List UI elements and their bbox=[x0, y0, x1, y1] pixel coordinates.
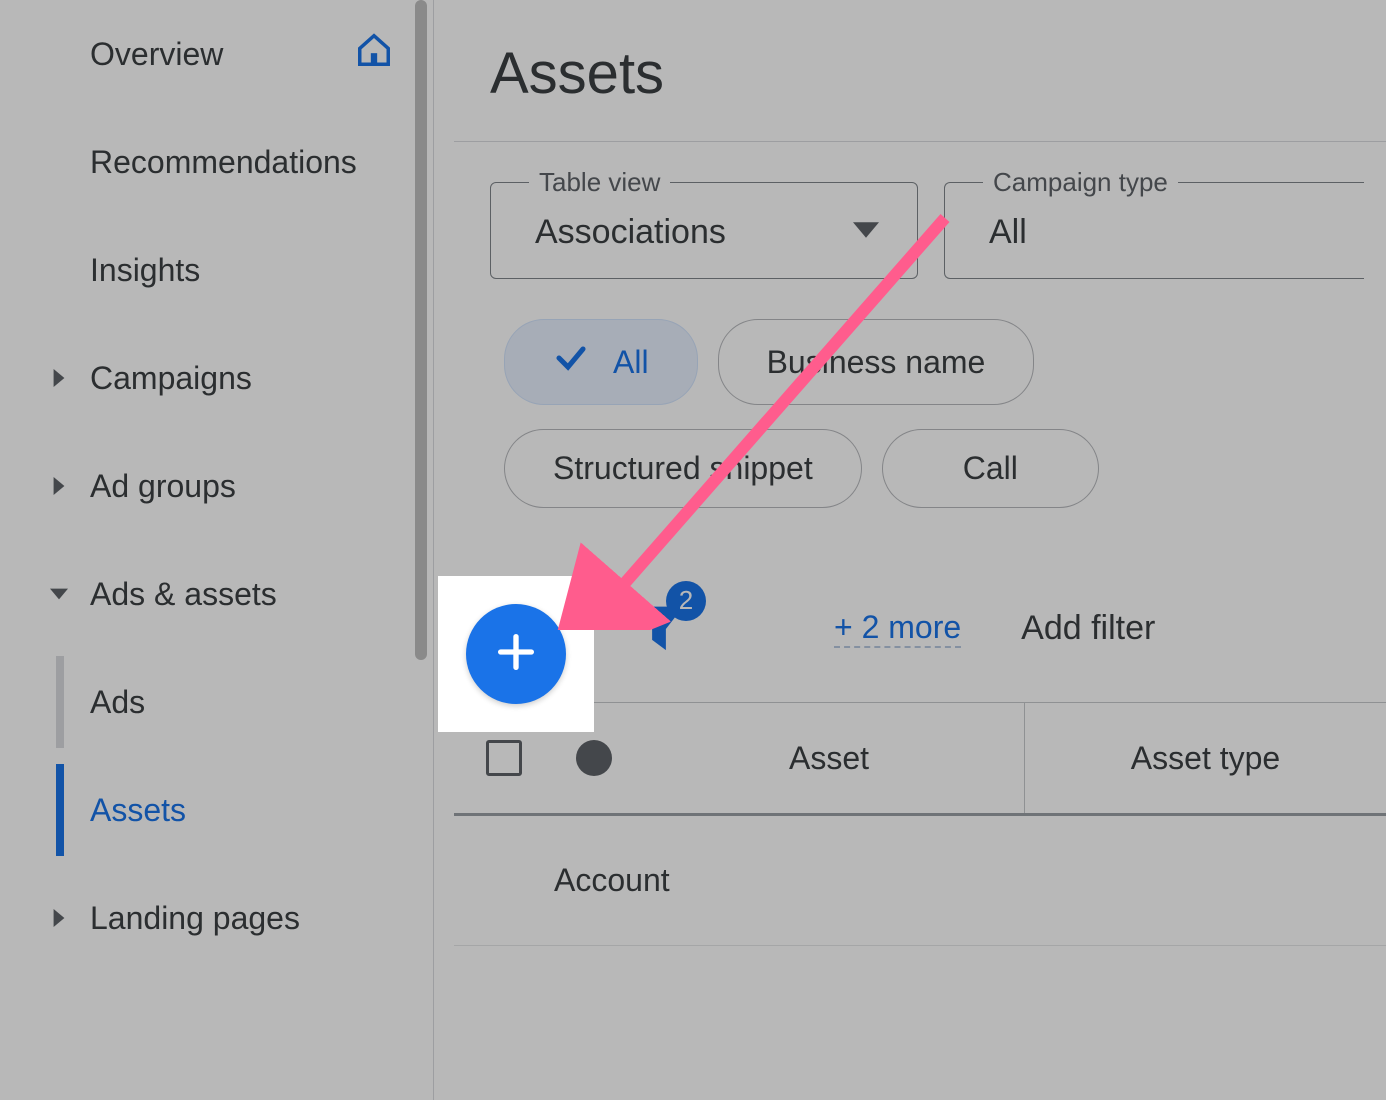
sidebar-item-ads-assets[interactable]: Ads & assets bbox=[0, 540, 433, 648]
sidebar-item-campaigns[interactable]: Campaigns bbox=[0, 324, 433, 432]
asset-type-column-header[interactable]: Asset type bbox=[1025, 740, 1386, 777]
page-title: Assets bbox=[454, 0, 1386, 141]
chevron-down-icon bbox=[853, 217, 879, 248]
filter-badge: 2 bbox=[666, 581, 706, 621]
nav-label: Recommendations bbox=[90, 144, 357, 181]
asset-cell: Account bbox=[554, 862, 670, 899]
plus-icon bbox=[493, 629, 539, 680]
select-all-checkbox[interactable] bbox=[454, 740, 554, 776]
campaign-type-select[interactable]: Campaign type All bbox=[944, 182, 1364, 279]
chip-business-name[interactable]: Business name bbox=[718, 319, 1035, 405]
sidebar-item-landing-pages[interactable]: Landing pages bbox=[0, 864, 433, 972]
fab-highlight bbox=[438, 576, 594, 732]
sidebar-subitem-assets[interactable]: Assets bbox=[0, 756, 433, 864]
nav-label: Insights bbox=[90, 252, 200, 289]
table-row[interactable]: Account bbox=[454, 816, 1386, 946]
chip-label: Business name bbox=[767, 344, 986, 381]
field-value: Associations bbox=[535, 213, 726, 252]
status-column-header bbox=[554, 740, 634, 776]
chip-label: Call bbox=[963, 450, 1018, 487]
scrollbar[interactable] bbox=[415, 0, 427, 660]
field-label: Table view bbox=[529, 167, 670, 198]
chip-all[interactable]: All bbox=[504, 319, 698, 405]
chevron-down-icon bbox=[48, 583, 70, 605]
chip-label: All bbox=[613, 344, 649, 381]
sidebar-item-recommendations[interactable]: Recommendations bbox=[0, 108, 433, 216]
add-filter-button[interactable]: Add filter bbox=[1021, 609, 1155, 648]
filter-button[interactable]: 2 bbox=[634, 601, 684, 656]
checkbox-icon bbox=[486, 740, 522, 776]
nav-label: Overview bbox=[90, 36, 223, 73]
table-view-select[interactable]: Table view Associations bbox=[490, 182, 918, 279]
sidebar-item-ad-groups[interactable]: Ad groups bbox=[0, 432, 433, 540]
add-button[interactable] bbox=[466, 604, 566, 704]
status-dot-icon bbox=[576, 740, 612, 776]
home-icon bbox=[355, 31, 393, 77]
nav-label: Ad groups bbox=[90, 468, 236, 505]
chip-call[interactable]: Call bbox=[882, 429, 1099, 508]
sidebar: Overview Recommendations Insights Campai… bbox=[0, 0, 434, 1100]
chip-structured-snippet[interactable]: Structured snippet bbox=[504, 429, 862, 508]
chips-row: All Business name bbox=[454, 279, 1386, 405]
main-content: Assets Table view Associations Campaign … bbox=[454, 0, 1386, 1100]
chevron-right-icon bbox=[48, 907, 70, 929]
chip-label: Structured snippet bbox=[553, 450, 813, 487]
nav-label: Ads & assets bbox=[90, 576, 277, 613]
chips-row-2: Structured snippet Call bbox=[454, 405, 1386, 508]
controls-row: Table view Associations Campaign type Al… bbox=[454, 142, 1386, 279]
nav-label: Assets bbox=[90, 792, 186, 829]
field-value: All bbox=[989, 213, 1027, 252]
more-filters-link[interactable]: + 2 more bbox=[834, 609, 961, 648]
sidebar-subitem-ads[interactable]: Ads bbox=[0, 648, 433, 756]
check-icon bbox=[553, 340, 589, 384]
chevron-right-icon bbox=[48, 475, 70, 497]
nav-label: Landing pages bbox=[90, 900, 300, 937]
chevron-right-icon bbox=[48, 367, 70, 389]
sidebar-item-overview[interactable]: Overview bbox=[0, 0, 433, 108]
nav-label: Campaigns bbox=[90, 360, 252, 397]
sidebar-item-insights[interactable]: Insights bbox=[0, 216, 433, 324]
nav-label: Ads bbox=[90, 684, 145, 721]
field-label: Campaign type bbox=[983, 167, 1178, 198]
asset-column-header[interactable]: Asset bbox=[634, 740, 1024, 777]
